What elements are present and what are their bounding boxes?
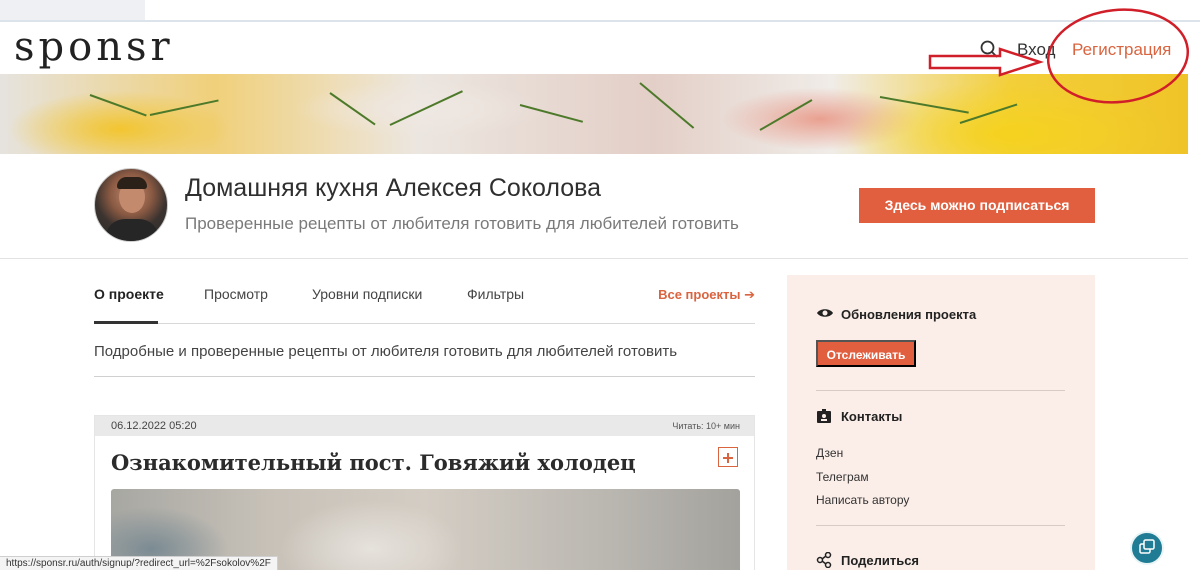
sponsr-logo[interactable]: sponsr xyxy=(14,24,174,70)
follow-button[interactable]: Отслеживать xyxy=(816,340,916,367)
chat-icon xyxy=(1139,539,1155,554)
post-meta-bar: 06.12.2022 05:20 Читать: 10+ мин xyxy=(95,416,754,436)
project-tabs: О проекте Просмотр Уровни подписки Фильт… xyxy=(94,276,755,324)
browser-status-url: https://sponsr.ru/auth/signup/?redirect_… xyxy=(0,556,278,570)
tab-filters[interactable]: Фильтры xyxy=(467,286,524,302)
divider xyxy=(816,390,1065,391)
register-link[interactable]: Регистрация xyxy=(1072,40,1171,60)
project-sidebar: Обновления проекта Отслеживать Контакты … xyxy=(787,275,1095,570)
browser-tab-stub[interactable] xyxy=(0,0,145,20)
tab-browse[interactable]: Просмотр xyxy=(204,286,268,302)
author-avatar xyxy=(94,168,168,242)
all-projects-link[interactable]: Все проекты ➔ xyxy=(658,287,755,303)
project-cover-image xyxy=(0,74,1188,154)
post-title[interactable]: Ознакомительный пост. Говяжий холодец xyxy=(111,450,636,475)
updates-heading: Обновления проекта xyxy=(841,307,977,322)
post-date: 06.12.2022 05:20 xyxy=(111,420,197,432)
post-read-time: Читать: 10+ мин xyxy=(672,421,740,431)
divider xyxy=(94,376,755,377)
post-card[interactable]: 06.12.2022 05:20 Читать: 10+ мин Ознаком… xyxy=(94,415,755,570)
project-title: Домашняя кухня Алексея Соколова xyxy=(185,174,602,202)
project-subtitle: Проверенные рецепты от любителя готовить… xyxy=(185,214,739,233)
contact-link-telegram[interactable]: Телеграм xyxy=(816,470,869,484)
divider xyxy=(816,525,1065,526)
site-header: sponsr Вход Регистрация xyxy=(0,24,1186,74)
login-link[interactable]: Вход xyxy=(1017,40,1055,60)
contact-link-write-author[interactable]: Написать автору xyxy=(816,493,909,507)
project-profile-header: Домашняя кухня Алексея Соколова Проверен… xyxy=(0,154,1188,259)
contact-link-dzen[interactable]: Дзен xyxy=(816,446,843,460)
project-description: Подробные и проверенные рецепты от любит… xyxy=(94,343,678,360)
share-heading: Поделиться xyxy=(841,553,920,568)
chat-button[interactable] xyxy=(1130,531,1164,565)
tab-about[interactable]: О проекте xyxy=(94,286,164,302)
browser-top-strip xyxy=(0,0,1200,22)
subscribe-button[interactable]: Здесь можно подписаться xyxy=(859,188,1095,223)
contacts-heading: Контакты xyxy=(841,409,903,424)
search-icon[interactable] xyxy=(980,40,998,58)
active-tab-indicator xyxy=(94,321,158,324)
add-bookmark-icon[interactable] xyxy=(718,447,738,467)
tab-subscription-levels[interactable]: Уровни подписки xyxy=(312,286,422,302)
